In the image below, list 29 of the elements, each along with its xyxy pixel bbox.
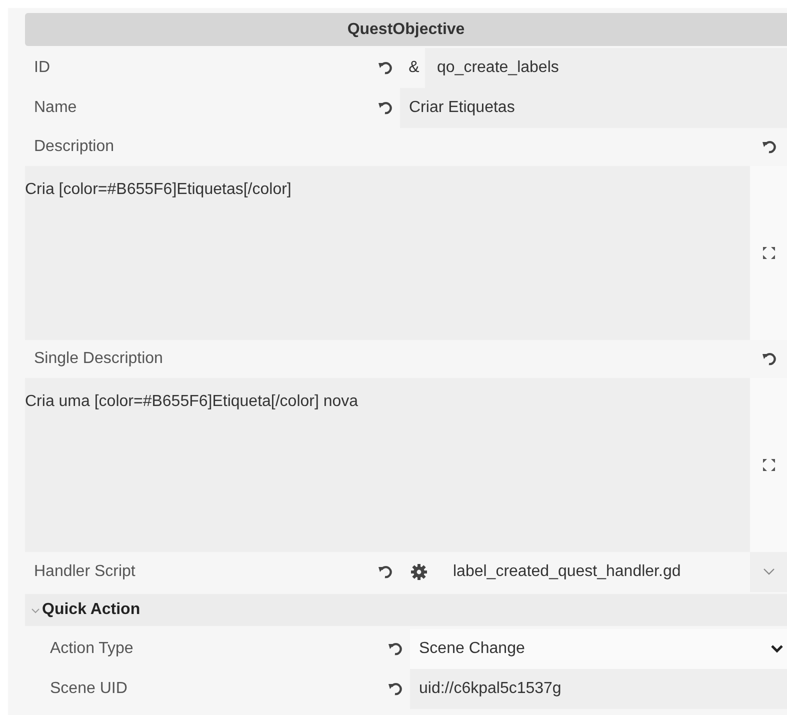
gear-icon[interactable] [411,564,427,580]
group-header[interactable]: Quick Action [25,594,787,626]
chevron-down-icon[interactable] [771,645,783,653]
inspector-title: QuestObjective [25,13,787,46]
property-label: Handler Script [33,563,136,581]
revert-icon[interactable] [378,61,392,75]
dropdown-value: Scene Change [419,640,525,658]
property-label: Action Type [49,640,134,658]
prefix-label: & [408,59,420,77]
dropdown[interactable]: Scene Change [410,629,787,669]
property-label: Scene UID [49,680,128,698]
text-field[interactable]: Criar Etiquetas [400,88,787,128]
revert-icon[interactable] [388,682,402,696]
property-label: Description [33,138,116,156]
property-label: Single Description [33,350,164,368]
revert-icon[interactable] [378,101,392,115]
revert-icon[interactable] [762,140,776,154]
revert-icon[interactable] [762,352,776,366]
property-label: ID [33,59,51,77]
text-field[interactable]: qo_create_labels [425,48,787,88]
text-area[interactable]: Cria uma [color=#B655F6]Etiqueta[/color] nova [25,378,750,552]
text-area[interactable]: Cria [color=#B655F6]Etiquetas[/color] [25,166,750,340]
property-label: Name [33,99,78,117]
revert-icon[interactable] [378,565,392,579]
resource-picker[interactable]: label_created_quest_handler.gd [438,563,750,581]
revert-icon[interactable] [388,642,402,656]
expand-icon[interactable] [762,458,776,472]
text-field[interactable]: uid://c6kpal5c1537g [410,669,787,709]
expand-icon[interactable] [762,246,776,260]
